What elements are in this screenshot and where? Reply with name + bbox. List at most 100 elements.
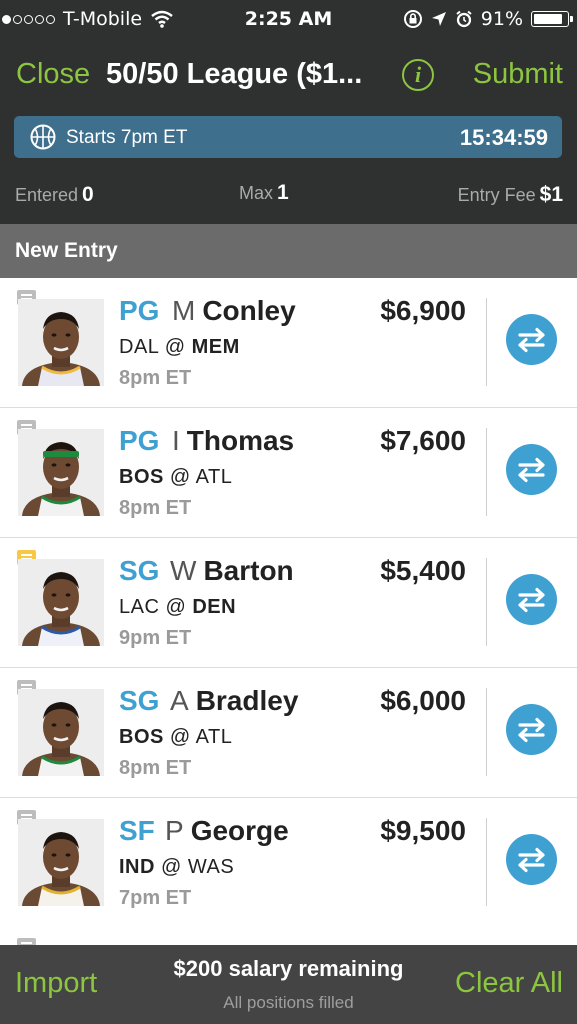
home-team: ATL — [195, 466, 233, 488]
divider — [486, 818, 487, 906]
basketball-icon — [30, 124, 56, 150]
divider — [486, 428, 487, 516]
contest-title: 50/50 League ($1... — [106, 58, 363, 90]
player-last-name: Thomas — [186, 425, 295, 456]
entry-fee-value: $1 — [539, 183, 563, 206]
submit-button[interactable]: Submit — [473, 58, 563, 91]
player-last-name: Bradley — [195, 685, 299, 716]
countdown-timer: 15:34:59 — [459, 125, 548, 150]
swap-arrows-icon — [518, 587, 545, 613]
swap-player-button[interactable] — [506, 834, 557, 885]
game-time: 8pm ET — [119, 497, 192, 519]
info-icon[interactable]: i — [402, 59, 434, 91]
section-header: New Entry — [0, 224, 577, 278]
header-area: T-Mobile 2:25 AM 91% Close 50/50 League … — [0, 0, 577, 224]
player-initial: I — [172, 425, 180, 456]
player-photo — [18, 429, 104, 516]
swap-player-button[interactable] — [506, 314, 557, 365]
home-team: ATL — [195, 726, 233, 748]
home-team: DEN — [192, 596, 237, 618]
player-initial: W — [170, 555, 197, 586]
game-matchup: BOS @ ATL — [119, 726, 233, 748]
swap-player-button[interactable] — [506, 444, 557, 495]
player-salary: $6,900 — [380, 295, 466, 326]
player-last-name: Barton — [203, 555, 294, 586]
player-position: PG — [119, 295, 160, 326]
player-salary: $9,500 — [380, 815, 466, 846]
player-initial: A — [170, 685, 189, 716]
player-salary: $5,400 — [380, 555, 466, 586]
swap-player-button[interactable] — [506, 574, 557, 625]
alarm-icon — [456, 10, 472, 28]
player-salary: $7,600 — [380, 425, 466, 456]
away-team: BOS — [119, 466, 164, 488]
home-team: WAS — [187, 856, 235, 878]
player-position: SG — [119, 685, 160, 716]
player-initial: P — [165, 815, 184, 846]
player-position: SG — [119, 555, 160, 586]
close-button[interactable]: Close — [16, 58, 90, 91]
home-team: MEM — [191, 336, 240, 358]
player-photo — [18, 299, 104, 386]
player-position: PG — [119, 425, 160, 456]
max-stat: Max 1 — [239, 181, 289, 205]
player-photo — [18, 689, 104, 776]
entered-label: Entered — [15, 185, 79, 205]
swap-arrows-icon — [518, 327, 545, 353]
section-title: New Entry — [15, 239, 118, 262]
game-time: 8pm ET — [119, 757, 192, 779]
list-item-partial — [0, 926, 577, 958]
contest-stats: Entered 0 Max 1 Entry Fee $1 — [0, 181, 577, 213]
battery-icon — [531, 11, 573, 27]
game-time: 9pm ET — [119, 627, 192, 649]
player-name: I Thomas — [172, 425, 294, 457]
battery-percent: 91% — [480, 8, 523, 30]
swap-player-button[interactable] — [506, 704, 557, 755]
player-photo — [18, 819, 104, 906]
entry-fee-label: Entry Fee — [457, 185, 536, 205]
player-name: A Bradley — [170, 685, 298, 717]
status-bar: T-Mobile 2:25 AM 91% — [0, 0, 577, 38]
swap-arrows-icon — [518, 457, 545, 483]
player-name: W Barton — [170, 555, 294, 587]
max-value: 1 — [277, 181, 289, 204]
swap-arrows-icon — [518, 717, 545, 743]
game-time: 7pm ET — [119, 887, 192, 909]
player-last-name: George — [190, 815, 289, 846]
away-team: LAC — [119, 596, 160, 618]
player-position: SF — [119, 815, 155, 846]
player-photo — [18, 559, 104, 646]
player-name: M Conley — [172, 295, 296, 327]
rotation-lock-icon — [403, 10, 422, 28]
player-row[interactable]: SG A Bradley $6,000 BOS @ ATL 8pm ET — [0, 668, 577, 798]
player-initial: M — [172, 295, 196, 326]
game-matchup: LAC @ DEN — [119, 596, 237, 618]
swap-arrows-icon — [518, 847, 545, 873]
player-name: P George — [165, 815, 289, 847]
away-team: BOS — [119, 726, 164, 748]
entry-fee-stat: Entry Fee $1 — [458, 183, 563, 207]
away-team: IND — [119, 856, 155, 878]
entered-value: 0 — [82, 183, 94, 206]
divider — [486, 688, 487, 776]
start-time-banner: Starts 7pm ET 15:34:59 — [14, 116, 562, 158]
bottom-bar: Import $200 salary remaining All positio… — [0, 945, 577, 1024]
max-label: Max — [239, 183, 274, 203]
player-salary: $6,000 — [380, 685, 466, 716]
game-time: 8pm ET — [119, 367, 192, 389]
divider — [486, 298, 487, 386]
player-row[interactable]: SF P George $9,500 IND @ WAS 7pm ET — [0, 798, 577, 928]
player-row[interactable]: PG M Conley $6,900 DAL @ MEM 8pm ET — [0, 278, 577, 408]
clear-all-button[interactable]: Clear All — [455, 967, 563, 1000]
start-time-label: Starts 7pm ET — [66, 127, 188, 148]
location-arrow-icon — [431, 12, 446, 26]
navigation-bar: Close 50/50 League ($1... i Submit — [0, 50, 577, 105]
game-matchup: DAL @ MEM — [119, 336, 240, 358]
entered-stat: Entered 0 — [15, 183, 94, 207]
player-row[interactable]: PG I Thomas $7,600 BOS @ ATL 8pm ET — [0, 408, 577, 538]
player-row[interactable]: SG W Barton $5,400 LAC @ DEN 9pm ET — [0, 538, 577, 668]
divider — [486, 558, 487, 646]
player-last-name: Conley — [202, 295, 296, 326]
away-team: DAL — [119, 336, 159, 358]
game-matchup: IND @ WAS — [119, 856, 235, 878]
